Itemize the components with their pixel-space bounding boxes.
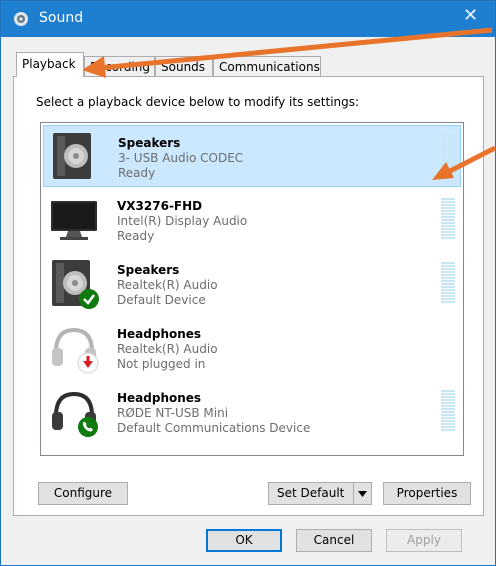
- ok-button[interactable]: OK: [206, 529, 282, 552]
- device-row[interactable]: VX3276-FHD Intel(R) Display Audio Ready: [43, 189, 461, 251]
- speaker-icon: [53, 133, 91, 179]
- tab-recording[interactable]: Recording: [84, 56, 155, 76]
- device-row[interactable]: Speakers 3- USB Audio CODEC Ready: [43, 125, 461, 187]
- tab-strip: Playback Recording Sounds Communications: [13, 49, 473, 79]
- device-status: Default Communications Device: [117, 421, 311, 435]
- device-row[interactable]: Headphones RØDE NT-USB Mini Default Comm…: [43, 381, 461, 443]
- headphones-unplugged-icon: [52, 327, 99, 374]
- title-bar: Sound ✕: [1, 1, 495, 37]
- device-driver: Realtek(R) Audio: [117, 278, 218, 292]
- properties-button[interactable]: Properties: [383, 482, 471, 505]
- sound-dialog: Sound ✕ Playback Recording Sounds Commun…: [0, 0, 496, 566]
- device-status: Not plugged in: [117, 357, 206, 371]
- level-meter: [442, 135, 456, 179]
- device-status: Default Device: [117, 293, 206, 307]
- device-name: Speakers: [118, 136, 181, 150]
- device-row[interactable]: Headphones Realtek(R) Audio Not plugged …: [43, 317, 461, 379]
- window-title: Sound: [39, 10, 84, 26]
- instruction-text: Select a playback device below to modify…: [36, 95, 360, 109]
- monitor-icon: [51, 201, 97, 240]
- chevron-down-icon[interactable]: [353, 483, 371, 504]
- headphones-comm-icon: [52, 391, 98, 437]
- device-driver: Realtek(R) Audio: [117, 342, 218, 356]
- sound-app-icon: [14, 12, 28, 26]
- device-name: Speakers: [117, 263, 180, 277]
- level-meter: [441, 262, 455, 306]
- device-status: Ready: [118, 166, 156, 180]
- tab-sounds[interactable]: Sounds: [155, 56, 213, 76]
- device-row[interactable]: Speakers Realtek(R) Audio Default Device: [43, 253, 461, 315]
- playback-panel: Select a playback device below to modify…: [13, 76, 484, 516]
- tab-communications[interactable]: Communications: [213, 56, 321, 76]
- set-default-label: Set Default: [277, 486, 345, 500]
- speaker-default-icon: [52, 260, 99, 309]
- device-list[interactable]: Speakers 3- USB Audio CODEC Ready VX3276…: [40, 122, 464, 456]
- device-driver: Intel(R) Display Audio: [117, 214, 248, 228]
- device-driver: RØDE NT-USB Mini: [117, 406, 229, 420]
- device-name: Headphones: [117, 391, 202, 405]
- configure-button[interactable]: Configure: [38, 482, 128, 505]
- device-status: Ready: [117, 229, 155, 243]
- set-default-button[interactable]: Set Default: [268, 482, 372, 505]
- level-meter: [441, 198, 455, 242]
- tab-playback[interactable]: Playback: [16, 52, 84, 77]
- cancel-button[interactable]: Cancel: [296, 529, 372, 552]
- device-driver: 3- USB Audio CODEC: [118, 151, 244, 165]
- device-name: Headphones: [117, 327, 202, 341]
- apply-button[interactable]: Apply: [386, 529, 462, 552]
- level-meter: [441, 390, 455, 434]
- device-name: VX3276-FHD: [117, 199, 203, 213]
- close-icon[interactable]: ✕: [463, 5, 478, 26]
